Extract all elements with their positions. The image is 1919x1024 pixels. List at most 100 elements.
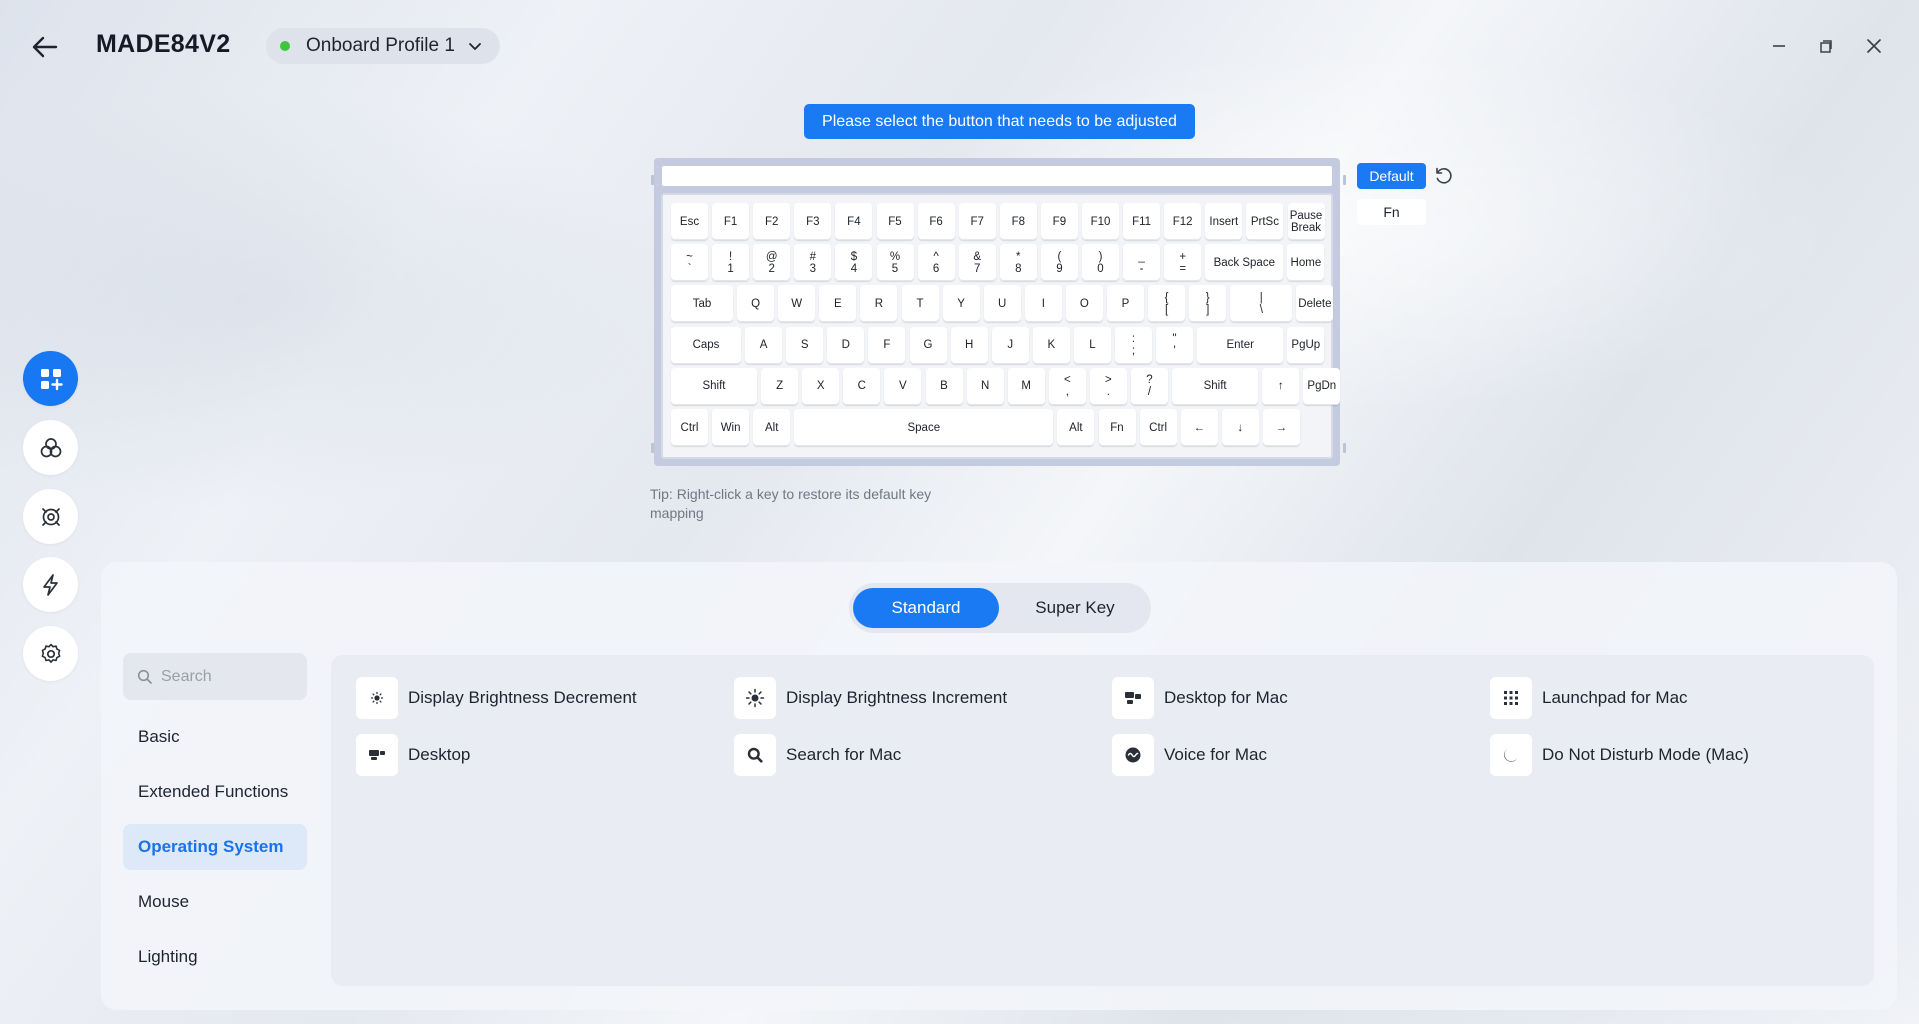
key-4-5[interactable]: B <box>925 367 963 405</box>
key-0-13[interactable]: Insert <box>1205 203 1243 240</box>
category-extended-functions[interactable]: Extended Functions <box>123 769 307 815</box>
key-2-7[interactable]: U <box>983 285 1021 323</box>
key-5-1[interactable]: Win <box>712 409 750 446</box>
key-1-2[interactable]: @2 <box>753 244 791 282</box>
key-2-8[interactable]: I <box>1024 285 1062 323</box>
key-0-2[interactable]: F2 <box>753 203 791 240</box>
key-1-6[interactable]: ^ 6 <box>917 244 955 282</box>
key-1-12[interactable]: + = <box>1164 244 1202 282</box>
key-5-7[interactable]: ← <box>1180 409 1218 446</box>
key-3-4[interactable]: F <box>868 326 906 364</box>
key-2-14[interactable]: Delete <box>1296 285 1334 323</box>
key-5-3[interactable]: Space <box>794 409 1054 446</box>
fn-layer-button[interactable]: Fn <box>1357 199 1426 225</box>
key-0-0[interactable]: Esc <box>671 203 708 240</box>
key-3-0[interactable]: Caps <box>671 326 741 364</box>
close-icon[interactable] <box>1862 34 1886 58</box>
key-4-6[interactable]: N <box>966 367 1004 405</box>
key-3-5[interactable]: G <box>909 326 947 364</box>
key-4-2[interactable]: X <box>802 367 840 405</box>
key-2-13[interactable]: | \ <box>1230 285 1293 323</box>
key-0-5[interactable]: F5 <box>876 203 914 240</box>
key-4-13[interactable]: PgDn <box>1303 367 1341 405</box>
key-1-7[interactable]: & 7 <box>958 244 996 282</box>
key-mapping-icon[interactable] <box>23 351 78 406</box>
key-0-11[interactable]: F11 <box>1123 203 1161 240</box>
key-4-1[interactable]: Z <box>761 367 799 405</box>
key-3-11[interactable]: " ' <box>1156 326 1194 364</box>
key-4-0[interactable]: Shift <box>671 367 757 405</box>
lighting-icon[interactable] <box>23 420 78 475</box>
key-2-1[interactable]: Q <box>737 285 775 323</box>
key-1-11[interactable]: _ - <box>1123 244 1161 282</box>
key-3-3[interactable]: D <box>827 326 865 364</box>
reset-icon[interactable] <box>1434 166 1454 186</box>
key-1-4[interactable]: $4 <box>835 244 873 282</box>
key-3-8[interactable]: K <box>1032 326 1070 364</box>
tab-standard[interactable]: Standard <box>853 588 999 628</box>
key-0-14[interactable]: PrtSc <box>1246 203 1284 240</box>
key-5-4[interactable]: Alt <box>1057 409 1095 446</box>
key-4-3[interactable]: C <box>843 367 881 405</box>
restore-icon[interactable] <box>1814 34 1838 58</box>
key-0-7[interactable]: F7 <box>958 203 996 240</box>
function-launchpad-for-mac[interactable]: Launchpad for Mac <box>1490 677 1688 719</box>
profile-select[interactable]: Onboard Profile 1 <box>266 28 500 64</box>
key-0-10[interactable]: F10 <box>1082 203 1119 240</box>
key-4-11[interactable]: Shift <box>1172 367 1259 405</box>
key-1-10[interactable]: ) 0 <box>1082 244 1119 282</box>
key-3-10[interactable]: :; <box>1115 326 1152 364</box>
key-5-5[interactable]: Fn <box>1098 409 1136 446</box>
key-2-3[interactable]: E <box>819 285 857 323</box>
back-arrow-icon[interactable] <box>30 32 60 62</box>
key-1-8[interactable]: * 8 <box>999 244 1037 282</box>
search-input[interactable] <box>161 667 301 686</box>
key-3-7[interactable]: J <box>991 326 1029 364</box>
key-5-9[interactable]: → <box>1262 409 1300 446</box>
key-4-10[interactable]: ? / <box>1131 367 1168 405</box>
category-lighting[interactable]: Lighting <box>123 934 307 980</box>
key-4-7[interactable]: M <box>1007 367 1045 405</box>
key-1-13[interactable]: Back Space <box>1205 244 1284 282</box>
key-0-3[interactable]: F3 <box>794 203 832 240</box>
key-0-1[interactable]: F1 <box>712 203 750 240</box>
key-5-0[interactable]: Ctrl <box>671 409 708 446</box>
key-2-6[interactable]: Y <box>942 285 980 323</box>
settings-icon[interactable] <box>23 626 78 681</box>
key-2-0[interactable]: Tab <box>671 285 733 323</box>
key-2-12[interactable]: }] <box>1189 285 1227 323</box>
key-2-10[interactable]: P <box>1107 285 1144 323</box>
key-3-9[interactable]: L <box>1073 326 1111 364</box>
key-1-9[interactable]: (9 <box>1040 244 1078 282</box>
key-4-8[interactable]: <, <box>1048 367 1086 405</box>
key-5-6[interactable]: Ctrl <box>1139 409 1177 446</box>
key-3-6[interactable]: H <box>950 326 988 364</box>
key-1-5[interactable]: % 5 <box>876 244 914 282</box>
default-layer-button[interactable]: Default <box>1357 163 1426 189</box>
function-desktop-for-mac[interactable]: Desktop for Mac <box>1112 677 1288 719</box>
category-operating-system[interactable]: Operating System <box>123 824 307 870</box>
function-brightness-increment[interactable]: Display Brightness Increment <box>734 677 1007 719</box>
category-basic[interactable]: Basic <box>123 714 307 760</box>
key-0-12[interactable]: F12 <box>1164 203 1202 240</box>
key-1-3[interactable]: #3 <box>794 244 832 282</box>
key-3-2[interactable]: S <box>786 326 824 364</box>
key-3-1[interactable]: A <box>745 326 783 364</box>
performance-icon[interactable] <box>23 557 78 612</box>
key-3-13[interactable]: PgUp <box>1287 326 1325 364</box>
key-0-4[interactable]: F4 <box>835 203 873 240</box>
function-search-for-mac[interactable]: Search for Mac <box>734 734 901 776</box>
key-2-4[interactable]: R <box>860 285 898 323</box>
function-do-not-disturb[interactable]: Do Not Disturb Mode (Mac) <box>1490 734 1749 776</box>
key-0-9[interactable]: F9 <box>1040 203 1078 240</box>
key-5-2[interactable]: Alt <box>753 409 791 446</box>
key-5-8[interactable]: ↓ <box>1221 409 1259 446</box>
function-voice-for-mac[interactable]: Voice for Mac <box>1112 734 1267 776</box>
key-2-11[interactable]: {[ <box>1148 285 1186 323</box>
key-2-2[interactable]: W <box>778 285 816 323</box>
key-1-1[interactable]: ! 1 <box>712 244 750 282</box>
key-4-9[interactable]: >. <box>1089 367 1127 405</box>
key-1-0[interactable]: ~ ` <box>671 244 708 282</box>
key-4-12[interactable]: ↑ <box>1262 367 1300 405</box>
function-brightness-decrement[interactable]: Display Brightness Decrement <box>356 677 637 719</box>
